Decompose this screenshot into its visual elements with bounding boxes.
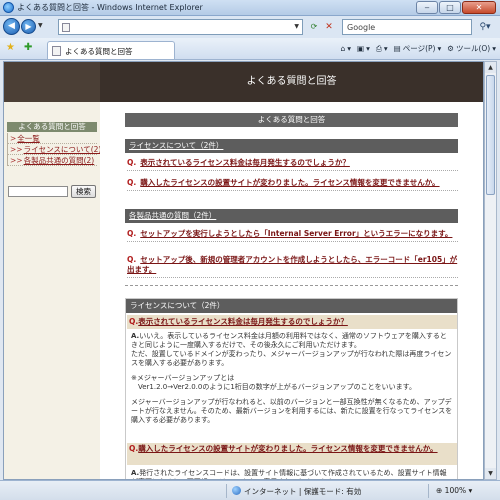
title-bar: よくある質問と回答 - Windows Internet Explorer ‒ … bbox=[0, 0, 500, 16]
sidebar-item-license[interactable]: >>ライセンスについて(2) bbox=[8, 144, 101, 155]
print-icon: ⎙ bbox=[375, 43, 382, 53]
sidebar-search-button[interactable]: 検索 bbox=[71, 185, 96, 198]
sidebar-search-input[interactable] bbox=[8, 186, 68, 197]
sidebar-list: >全一覧 >>ライセンスについて(2) >>各製品共通の質問(2) bbox=[7, 133, 101, 166]
add-favorites-icon[interactable]: ✚ bbox=[24, 42, 32, 54]
maximize-button[interactable]: □ bbox=[439, 1, 461, 14]
question-link[interactable]: Q. 表示されているライセンス料金は毎月発生するのでしょうか？ bbox=[127, 158, 458, 171]
page-menu-icon: ▤ bbox=[393, 44, 401, 53]
tab-page-icon bbox=[52, 46, 61, 56]
divider bbox=[125, 285, 458, 286]
detail-section-header: ライセンスについて（2件） bbox=[126, 299, 457, 313]
content-title-bar: よくある質問と回答 bbox=[125, 113, 458, 127]
feed-icon: ▣ bbox=[357, 44, 365, 53]
detail-question[interactable]: Q.表示されているライセンス料金は毎月発生するのでしょうか？ bbox=[127, 315, 457, 329]
zoom-icon: ⊕ bbox=[436, 486, 445, 495]
home-icon: ⌂ bbox=[340, 44, 346, 53]
scroll-thumb[interactable] bbox=[486, 75, 495, 195]
tab-toolbar: ★ ✚ よくある質問と回答 ⌂ ▾ ▣ ▾ ⎙ ▾ ▤ ページ(P) ▾ ⚙ ツール(O) ▾ bbox=[0, 38, 500, 60]
print-button[interactable]: ⎙ ▾ bbox=[376, 43, 388, 54]
question-link[interactable]: Q. 購入したライセンスの設置サイトが変わりました。ライセンス情報を変更できません… bbox=[127, 178, 458, 191]
scroll-up-icon[interactable]: ▲ bbox=[485, 62, 496, 73]
detail-answer: A.発行されたライセンスコードは、設置サイト情報に基づいて作成されているため、設… bbox=[131, 469, 447, 479]
zoom-level[interactable]: ⊕ 100% ▾ bbox=[436, 486, 472, 495]
section-header-license[interactable]: ライセンスについて（2件） bbox=[125, 139, 458, 153]
close-button[interactable]: ✕ bbox=[462, 1, 496, 14]
security-zone[interactable]: インターネット | 保護モード: 有効 bbox=[232, 486, 361, 497]
window-title: よくある質問と回答 - Windows Internet Explorer bbox=[17, 3, 203, 12]
page-icon bbox=[62, 23, 70, 32]
command-bar: ⌂ ▾ ▣ ▾ ⎙ ▾ ▤ ページ(P) ▾ ⚙ ツール(O) ▾ bbox=[340, 43, 496, 54]
refresh-icon[interactable]: ⟳ bbox=[307, 19, 321, 35]
detail-answer: A.いいえ。表示しているライセンス料金は月額の利用料ではなく、通常のソフトウェア… bbox=[131, 332, 453, 424]
detail-section: ライセンスについて（2件） Q.表示されているライセンス料金は毎月発生するのでし… bbox=[125, 298, 458, 479]
home-button[interactable]: ⌂ ▾ bbox=[340, 43, 351, 54]
page-viewport: よくある質問と回答 よくある質問と回答 >全一覧 >>ライセンスについて(2) … bbox=[3, 61, 484, 480]
tab-active[interactable]: よくある質問と回答 bbox=[47, 41, 175, 59]
main-content: よくある質問と回答 ライセンスについて（2件） Q. 表示されているライセンス料金… bbox=[100, 102, 483, 479]
vertical-scrollbar[interactable]: ▲ ▼ bbox=[484, 61, 497, 480]
page-menu[interactable]: ▤ ページ(P) ▾ bbox=[394, 43, 442, 54]
history-dropdown-icon[interactable]: ▼ bbox=[38, 22, 43, 29]
sidebar: よくある質問と回答 >全一覧 >>ライセンスについて(2) >>各製品共通の質問… bbox=[4, 102, 101, 479]
status-divider bbox=[226, 484, 227, 498]
address-dropdown-icon[interactable]: ▼ bbox=[294, 23, 299, 30]
tab-label: よくある質問と回答 bbox=[65, 47, 133, 56]
tools-menu[interactable]: ⚙ ツール(O) ▾ bbox=[447, 43, 496, 54]
question-link[interactable]: Q. セットアップ後、新規の管理者アカウントを作成しようとしたら、エラーコード「e… bbox=[127, 255, 458, 278]
tools-gear-icon: ⚙ bbox=[447, 44, 454, 53]
ie-logo-icon bbox=[3, 2, 14, 13]
search-icon[interactable]: ⚲▾ bbox=[474, 19, 496, 35]
sidebar-heading: よくある質問と回答 bbox=[7, 122, 97, 132]
scroll-down-icon[interactable]: ▼ bbox=[485, 468, 496, 479]
sidebar-item-common[interactable]: >>各製品共通の質問(2) bbox=[8, 155, 97, 166]
detail-question[interactable]: Q.購入したライセンスの設置サイトが変わりました。ライセンス情報を変更できません… bbox=[127, 443, 457, 465]
stop-icon[interactable]: ✕ bbox=[322, 19, 336, 35]
question-link[interactable]: Q. セットアップを実行しようとしたら「Internal Server Error… bbox=[127, 229, 458, 242]
header-left-block bbox=[4, 62, 100, 102]
window-controls: ‒ □ ✕ bbox=[416, 1, 496, 14]
globe-icon bbox=[232, 486, 241, 495]
favorites-star-icon[interactable]: ★ bbox=[6, 42, 15, 54]
forward-button[interactable]: ▶ bbox=[21, 19, 36, 34]
site-header: よくある質問と回答 bbox=[4, 62, 483, 102]
site-title: よくある質問と回答 bbox=[246, 76, 337, 87]
status-divider bbox=[428, 484, 429, 498]
minimize-button[interactable]: ‒ bbox=[416, 1, 438, 14]
address-bar[interactable]: ▼ bbox=[58, 19, 303, 35]
sidebar-item-all[interactable]: >全一覧 bbox=[8, 133, 97, 144]
search-placeholder: Google bbox=[347, 23, 376, 32]
address-toolbar: ◀ ▶ ▼ ▼ ⟳ ✕ Google ⚲▾ bbox=[0, 16, 500, 38]
feeds-button[interactable]: ▣ ▾ bbox=[357, 43, 370, 54]
section-header-common[interactable]: 各製品共通の質問（2件） bbox=[125, 209, 458, 223]
status-bar: インターネット | 保護モード: 有効 ⊕ 100% ▾ bbox=[0, 480, 500, 500]
back-button[interactable]: ◀ bbox=[3, 18, 20, 35]
search-input[interactable]: Google bbox=[342, 19, 472, 35]
